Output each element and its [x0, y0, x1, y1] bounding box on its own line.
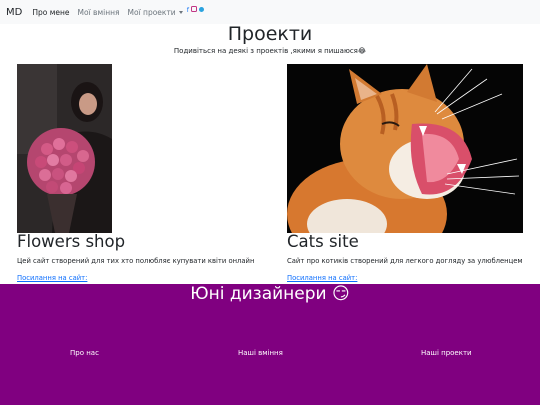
top-navbar: MD Про мене Мої вміння Мої проекти f — [0, 0, 540, 24]
flowers-photo-illustration — [17, 64, 112, 233]
footer-link-about[interactable]: Про нас — [70, 349, 99, 357]
brand-logo[interactable]: MD — [6, 7, 22, 18]
cats-project-image — [287, 64, 523, 233]
footer: Юні дизайнери 😏 Про нас Наші вміння Наші… — [0, 284, 540, 405]
footer-title: Юні дизайнери 😏 — [190, 284, 350, 304]
project-link[interactable]: Посилання на сайт: — [287, 274, 357, 282]
nav-item-projects-dropdown[interactable]: Мої проекти — [128, 8, 183, 17]
project-description: Сайт про котиків створений для легкого д… — [287, 257, 523, 265]
nav-item-projects-label: Мої проекти — [127, 7, 176, 17]
project-link[interactable]: Посилання на сайт: — [17, 274, 87, 282]
instagram-icon[interactable] — [190, 6, 197, 12]
footer-link-skills[interactable]: Наші вміння — [238, 349, 283, 357]
facebook-icon[interactable]: f — [187, 6, 189, 13]
nav-item-skills[interactable]: Мої вміння — [78, 8, 120, 17]
flowers-project-image — [17, 64, 112, 233]
project-description: Цей сайт створений для тих хто полюбляє … — [17, 257, 255, 265]
social-links: f — [187, 6, 204, 13]
nav-item-about[interactable]: Про мене — [32, 8, 69, 17]
chevron-down-icon — [178, 11, 183, 14]
page-title: Проекти — [227, 23, 313, 45]
page-subtitle: Подивіться на деякі з проектів ,якими я … — [173, 47, 367, 55]
project-title: Cats site — [287, 232, 359, 251]
telegram-icon[interactable] — [198, 6, 204, 12]
footer-link-projects[interactable]: Наші проекти — [421, 349, 472, 357]
cat-photo-illustration — [287, 64, 523, 233]
project-title: Flowers shop — [17, 232, 126, 251]
